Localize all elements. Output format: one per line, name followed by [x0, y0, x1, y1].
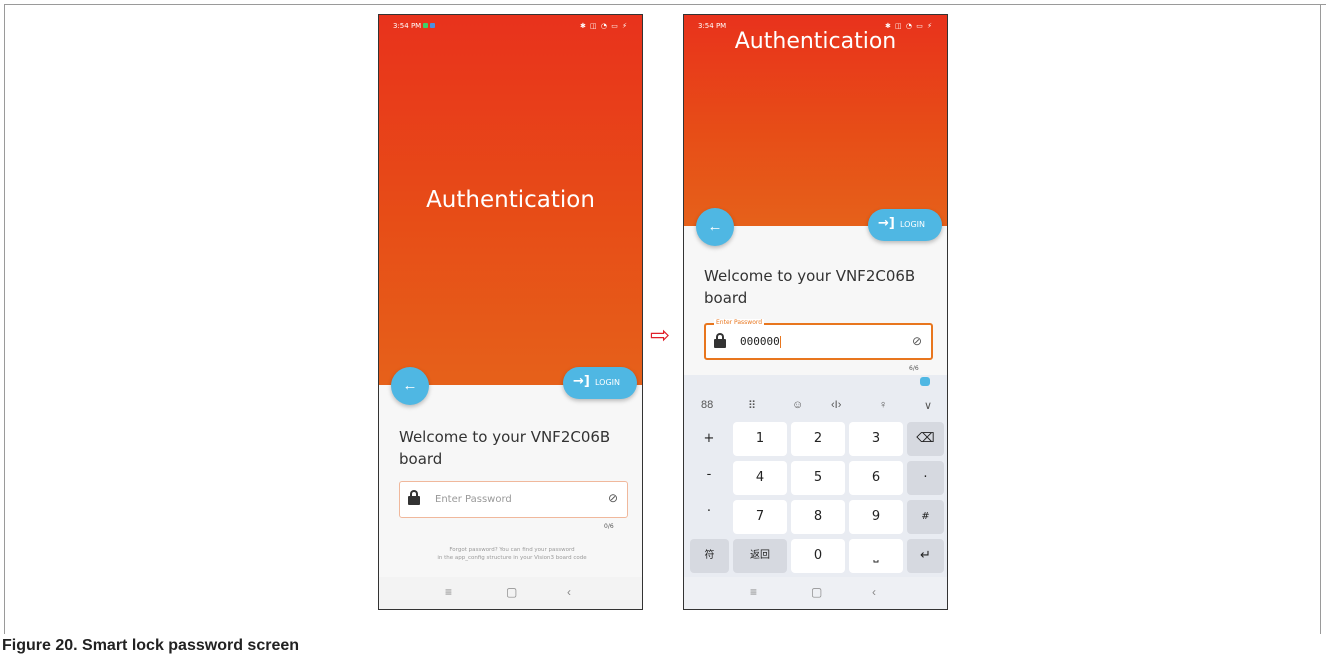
system-status-icons: ✱ ◫ ◔ ▭ ⚡ — [884, 22, 933, 30]
forgot-hint-line: Forgot password? You can find your passw… — [449, 547, 575, 553]
login-icon: →] — [878, 216, 895, 231]
transition-arrow-icon: ⇨ — [650, 321, 671, 349]
figure-frame-left — [4, 4, 5, 634]
status-time: 3:54 PM — [393, 22, 422, 30]
key-3[interactable]: 3 — [849, 422, 903, 456]
key-symbols[interactable]: 符 — [690, 539, 729, 573]
password-placeholder: Enter Password — [435, 494, 512, 505]
key-enter[interactable]: ↵ — [907, 539, 944, 573]
forgot-password-hint: Forgot password? You can find your passw… — [393, 546, 631, 562]
cursor-move-icon[interactable]: ‹I› — [831, 399, 841, 411]
system-status-icons: ✱ ◫ ◔ ▭ ⚡ — [579, 22, 628, 30]
app-notification-icon — [423, 23, 428, 28]
key-plus[interactable]: + — [692, 422, 726, 456]
app-notification-icon — [430, 23, 435, 28]
password-value: 000000 — [740, 335, 781, 348]
password-field[interactable]: Enter Password 000000 ⊘ — [704, 319, 933, 360]
numeric-keyboard: 88 ⠿ ☺ ‹I› ♀ ∨ + - . , 1 2 3 ⌫ 4 5 6 · 7… — [684, 375, 947, 577]
notification-icons — [423, 22, 437, 30]
key-minus[interactable]: - — [692, 458, 726, 492]
password-label: Enter Password — [714, 319, 765, 326]
text-caret — [779, 336, 781, 348]
key-8[interactable]: 8 — [791, 500, 845, 534]
forgot-hint-line: in the app_config structure in your Visi… — [437, 555, 587, 561]
back-nav-icon[interactable]: ‹ — [872, 585, 876, 599]
figure-frame-right — [1320, 4, 1321, 634]
key-6[interactable]: 6 — [849, 461, 903, 495]
key-space[interactable]: ⎵ — [849, 539, 903, 573]
visibility-off-icon[interactable]: ⊘ — [608, 491, 618, 505]
figure-frame-top — [4, 4, 1326, 5]
key-0[interactable]: 0 — [791, 539, 845, 573]
status-time: 3:54 PM — [698, 22, 727, 30]
status-bar: 3:54 PM ✱ ◫ ◔ ▭ ⚡ — [379, 20, 642, 34]
menu-nav-icon[interactable]: ≡ — [445, 585, 452, 599]
login-label: LOGIN — [595, 378, 621, 387]
figure-caption: Figure 20. Smart lock password screen — [2, 637, 300, 654]
lock-icon — [408, 490, 420, 505]
system-nav-bar: ≡ ▢ ‹ — [684, 577, 947, 609]
back-nav-icon[interactable]: ‹ — [567, 585, 571, 599]
assistant-icon[interactable] — [920, 377, 930, 386]
char-counter: 6/6 — [909, 365, 919, 372]
phone-screen-login: Authentication 3:54 PM ✱ ◫ ◔ ▭ ⚡ ← →] LO… — [378, 14, 643, 610]
key-hash[interactable]: # — [907, 500, 944, 534]
login-icon: →] — [573, 374, 590, 389]
menu-nav-icon[interactable]: ≡ — [750, 585, 757, 599]
back-button[interactable]: ← — [696, 208, 734, 246]
welcome-text: Welcome to your VNF2C06B board — [704, 267, 916, 307]
welcome-text: Welcome to your VNF2C06B board — [399, 428, 611, 468]
page-title: Authentication — [426, 187, 595, 213]
login-label: LOGIN — [900, 220, 926, 229]
home-nav-icon[interactable]: ▢ — [506, 585, 517, 599]
key-1[interactable]: 1 — [733, 422, 787, 456]
lock-icon — [714, 333, 726, 348]
key-backspace[interactable]: ⌫ — [907, 422, 944, 456]
back-button[interactable]: ← — [391, 367, 429, 405]
key-5[interactable]: 5 — [791, 461, 845, 495]
password-field[interactable]: Enter Password ⊘ — [399, 481, 628, 518]
keyboard-layout-icon[interactable]: ⠿ — [748, 399, 756, 412]
home-nav-icon[interactable]: ▢ — [811, 585, 822, 599]
microphone-icon[interactable]: ♀ — [879, 399, 887, 411]
keyboard-toolbar: 88 ⠿ ☺ ‹I› ♀ ∨ — [684, 395, 947, 417]
key-9[interactable]: 9 — [849, 500, 903, 534]
key-7[interactable]: 7 — [733, 500, 787, 534]
system-nav-bar: ≡ ▢ ‹ — [379, 577, 642, 609]
collapse-keyboard-icon[interactable]: ∨ — [924, 399, 932, 412]
status-bar: 3:54 PM ✱ ◫ ◔ ▭ ⚡ — [684, 20, 947, 34]
key-return[interactable]: 返回 — [733, 539, 787, 573]
apps-icon[interactable]: 88 — [701, 399, 713, 411]
key-middle-dot[interactable]: · — [907, 461, 944, 495]
visibility-off-icon[interactable]: ⊘ — [912, 334, 922, 348]
key-dot[interactable]: . — [692, 491, 726, 525]
login-button[interactable]: →] LOGIN — [868, 209, 942, 241]
login-button[interactable]: →] LOGIN — [563, 367, 637, 399]
phone-screen-password-entry: Authentication 3:54 PM ✱ ◫ ◔ ▭ ⚡ ← →] LO… — [683, 14, 948, 610]
key-4[interactable]: 4 — [733, 461, 787, 495]
hero-header: Authentication — [379, 15, 642, 385]
char-counter: 0/6 — [604, 523, 614, 530]
hero-header: Authentication — [684, 15, 947, 226]
emoji-icon[interactable]: ☺ — [792, 399, 803, 411]
key-2[interactable]: 2 — [791, 422, 845, 456]
